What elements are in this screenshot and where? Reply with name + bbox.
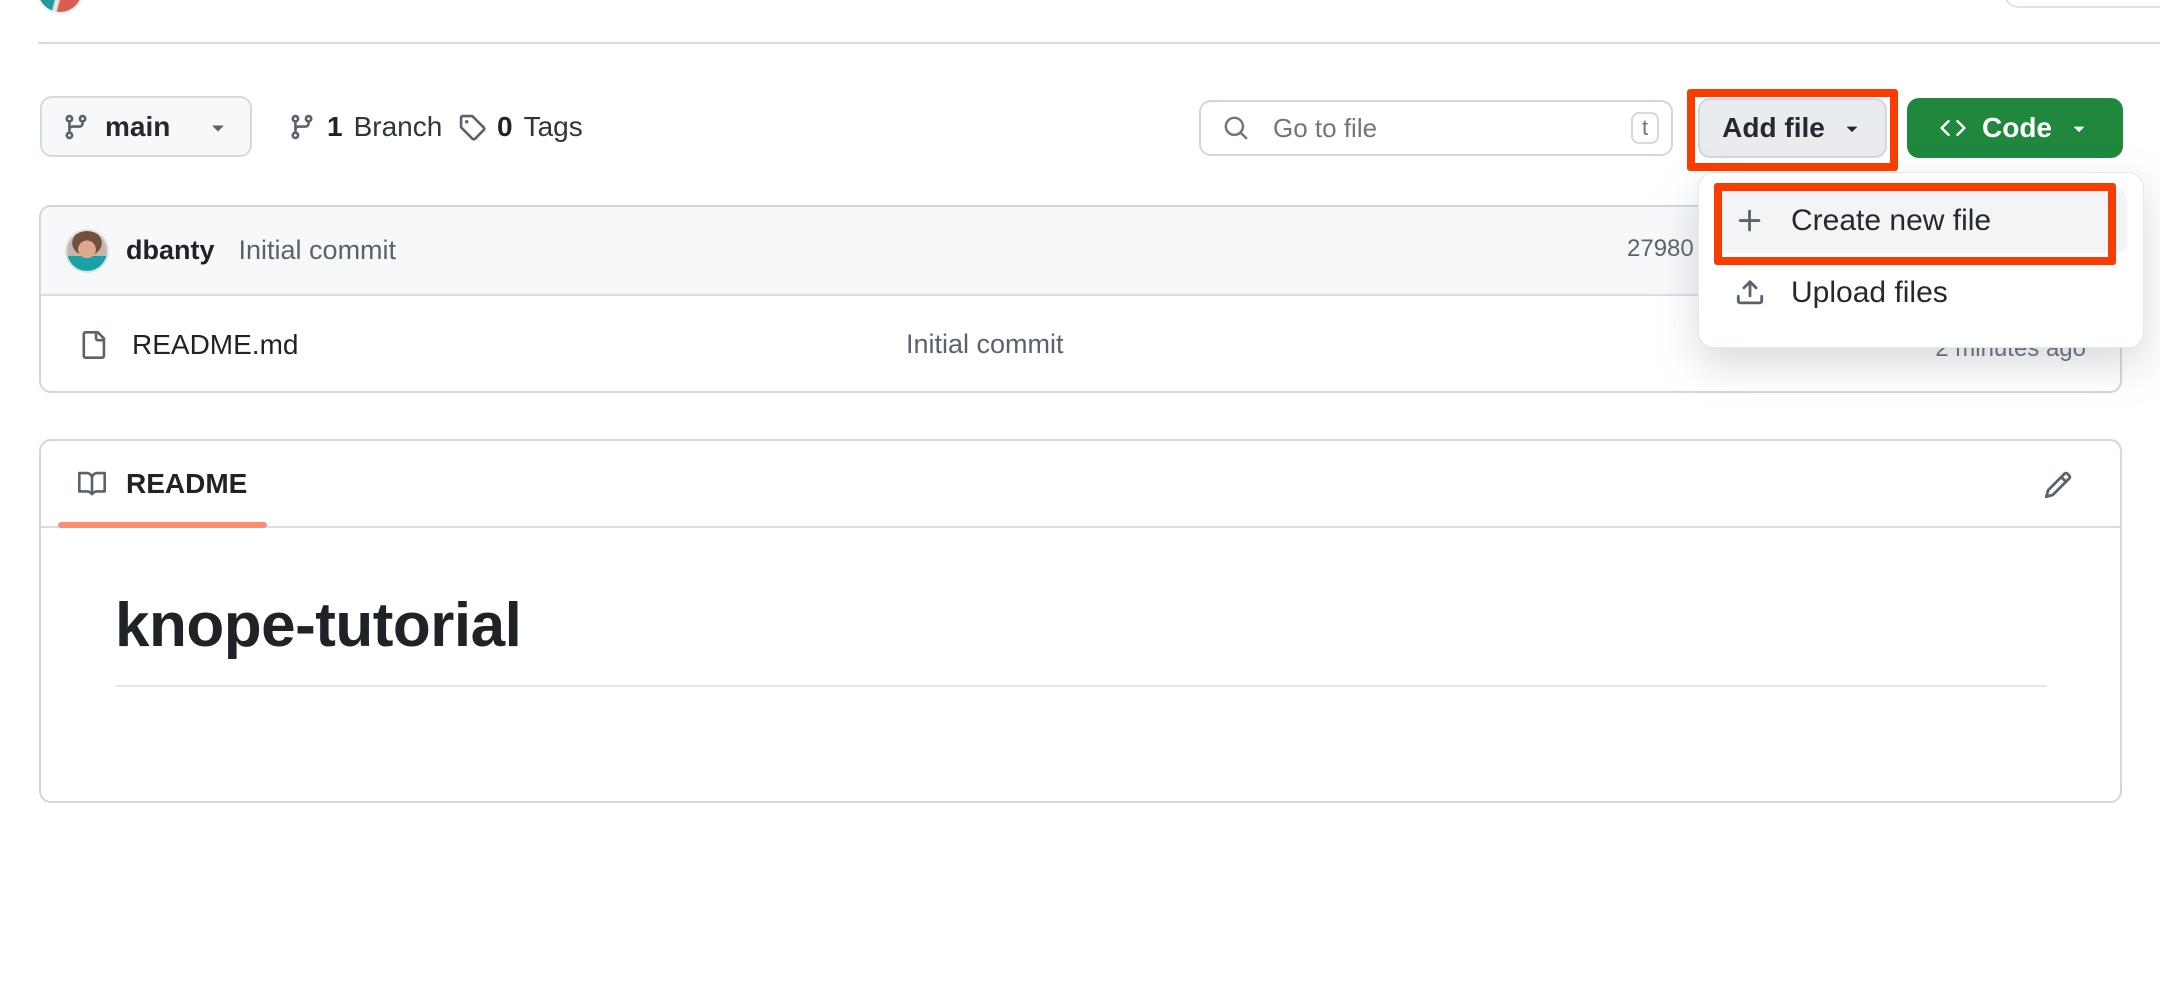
header-divider [38, 42, 2160, 44]
tag-count-label: Tags [524, 111, 583, 143]
add-file-button[interactable]: Add file [1698, 98, 1887, 158]
search-shortcut-key: t [1631, 112, 1659, 144]
github-repo-page: main 1 Branch 0 Tags t Add file [0, 0, 2160, 1002]
readme-heading: knope-tutorial [115, 590, 2046, 687]
pencil-icon [2043, 470, 2073, 500]
tags-link[interactable]: 0 Tags [458, 96, 583, 157]
file-name-link[interactable]: README.md [132, 329, 298, 361]
edit-readme-button[interactable] [2036, 463, 2080, 507]
menu-item-upload-files[interactable]: Upload files [1715, 261, 2127, 325]
active-tab-indicator [58, 522, 267, 528]
menu-item-label: Upload files [1791, 276, 1948, 310]
menu-item-label: Create new file [1791, 204, 1991, 238]
tag-icon [458, 113, 486, 141]
commit-author-avatar[interactable] [67, 231, 107, 271]
commit-message-link[interactable]: Initial commit [239, 235, 397, 266]
branches-link[interactable]: 1 Branch [288, 96, 442, 157]
readme-header: README [41, 441, 2120, 528]
branch-selector-button[interactable]: main [40, 96, 252, 157]
tab-readme[interactable]: README [58, 441, 267, 526]
add-file-dropdown-menu: Create new file Upload files [1698, 172, 2144, 348]
go-to-file-search[interactable]: t [1199, 100, 1673, 156]
file-commit-message-link[interactable]: Initial commit [906, 329, 1064, 360]
code-button[interactable]: Code [1907, 98, 2123, 158]
search-input[interactable] [1273, 113, 1631, 144]
clipped-popup-corner [2004, 0, 2160, 8]
readme-tab-label: README [126, 468, 247, 500]
plus-icon [1735, 206, 1765, 236]
code-icon [1940, 115, 1966, 141]
commit-hash-link[interactable]: 27980 [1627, 235, 1694, 263]
commit-author-name[interactable]: dbanty [126, 235, 215, 266]
git-branch-icon [62, 113, 90, 141]
branch-count-label: Branch [354, 111, 443, 143]
readme-card: README knope-tutorial [39, 439, 2122, 803]
current-branch-label: main [105, 111, 170, 143]
chevron-down-icon [206, 115, 230, 139]
branch-count: 1 [327, 111, 343, 143]
code-label: Code [1982, 112, 2052, 144]
book-icon [78, 470, 106, 498]
readme-content: knope-tutorial [41, 528, 2120, 687]
upload-icon [1735, 278, 1765, 308]
search-icon [1223, 115, 1249, 141]
user-avatar-partial[interactable] [38, 0, 82, 12]
chevron-down-icon [1841, 117, 1863, 139]
add-file-label: Add file [1722, 112, 1825, 144]
git-branch-icon [288, 113, 316, 141]
file-icon [79, 331, 107, 359]
chevron-down-icon [2068, 117, 2090, 139]
menu-item-create-new-file[interactable]: Create new file [1715, 189, 2127, 253]
tag-count: 0 [497, 111, 513, 143]
